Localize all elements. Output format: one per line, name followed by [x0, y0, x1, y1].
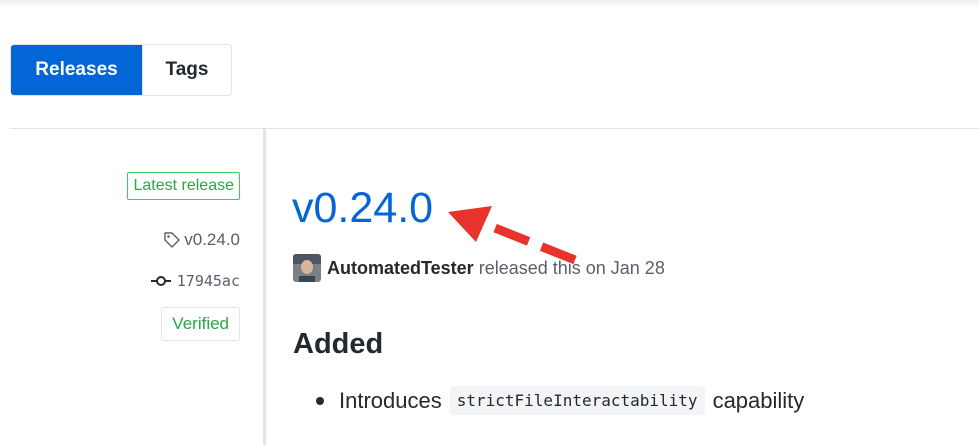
red-dashed-arrow-icon	[448, 206, 577, 265]
commit-link[interactable]: 17945ac	[150, 272, 240, 290]
avatar[interactable]	[293, 254, 321, 282]
verified-badge[interactable]: Verified	[161, 307, 240, 341]
inline-code: strictFileInteractability	[449, 386, 705, 415]
note-prefix: Introduces	[339, 387, 442, 413]
avatar-image	[293, 254, 321, 282]
timeline-divider	[263, 128, 266, 445]
tab-tags[interactable]: Tags	[142, 45, 231, 95]
latest-release-label: Latest release	[127, 172, 240, 200]
section-divider	[10, 128, 979, 129]
bullet-icon	[316, 396, 324, 405]
releases-tags-subnav: Releases Tags	[10, 44, 232, 96]
header-shadow	[0, 0, 979, 8]
note-suffix: capability	[712, 387, 805, 413]
commit-sha: 17945ac	[176, 272, 240, 290]
tag-icon	[164, 232, 180, 248]
release-notes-list: Introduces strictFileInteractability cap…	[293, 386, 804, 415]
list-item: Introduces strictFileInteractability cap…	[293, 386, 804, 415]
tab-releases[interactable]: Releases	[11, 45, 142, 95]
git-commit-icon	[150, 276, 171, 286]
release-title-link[interactable]: v0.24.0	[292, 180, 433, 236]
tag-name: v0.24.0	[184, 230, 240, 249]
tag-link[interactable]: v0.24.0	[163, 230, 240, 250]
notes-section-heading: Added	[293, 328, 384, 360]
